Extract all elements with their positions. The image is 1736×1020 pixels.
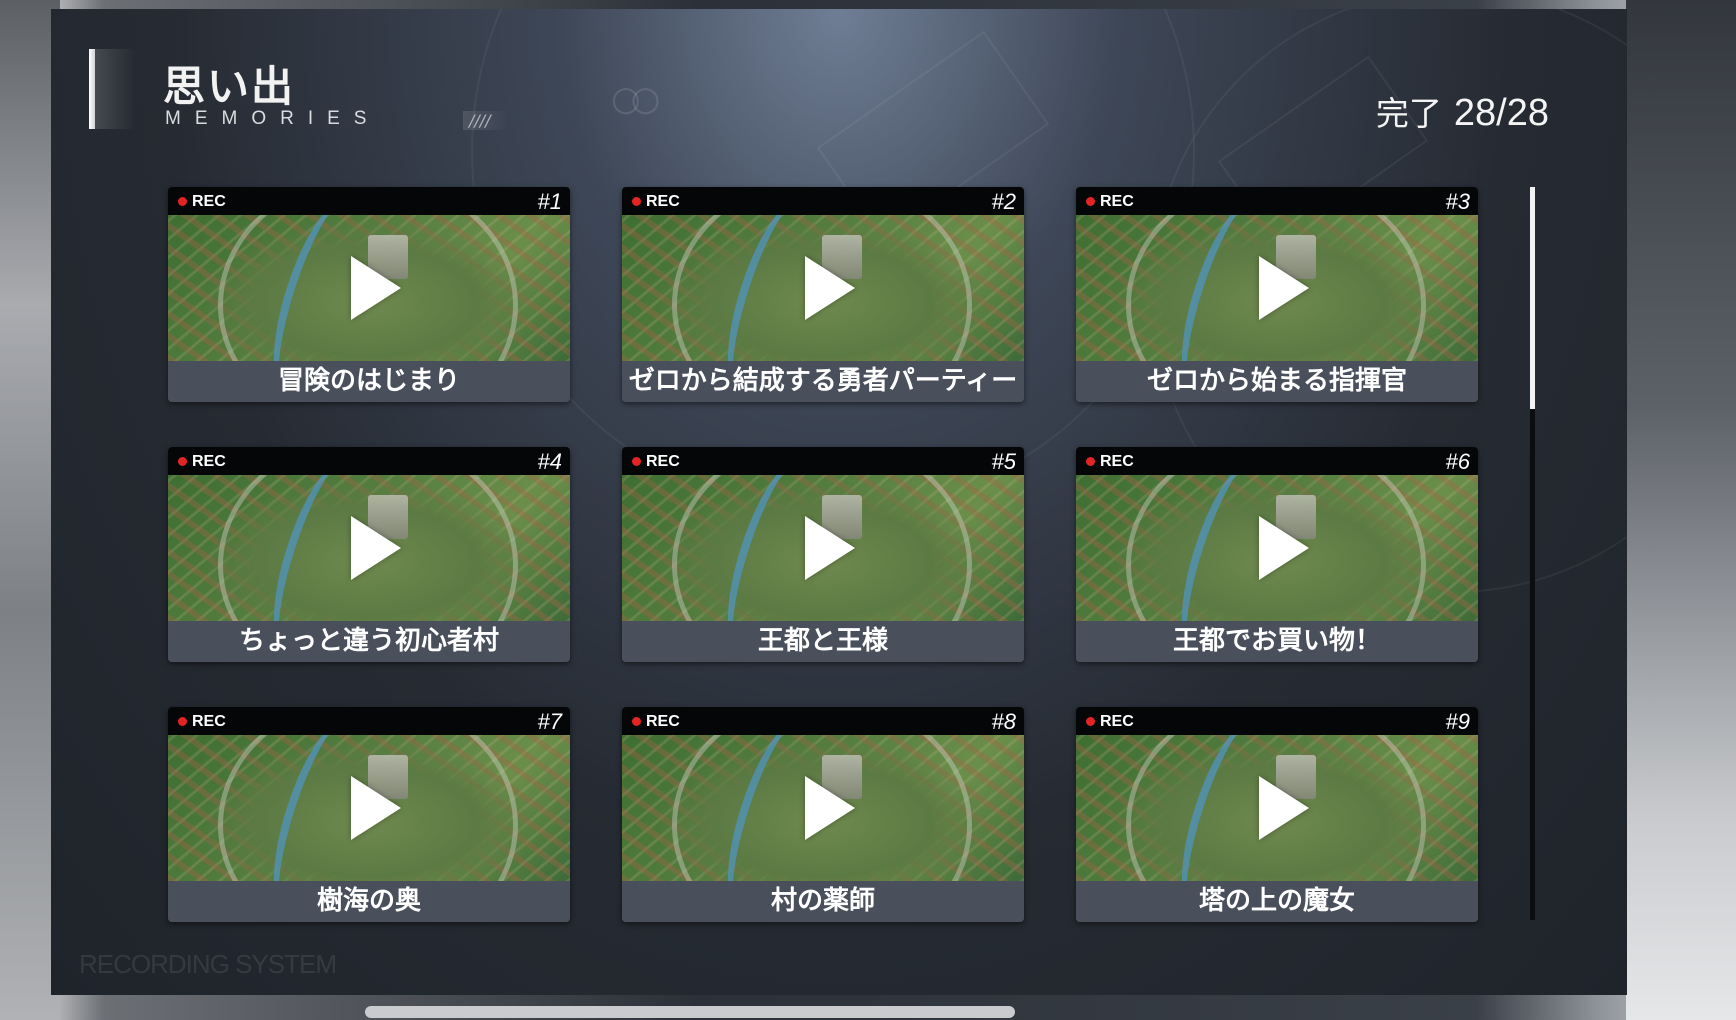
card-header: REC #1 xyxy=(168,187,570,215)
card-thumbnail xyxy=(168,735,570,881)
card-title: 塔の上の魔女 xyxy=(1076,881,1478,922)
play-icon[interactable] xyxy=(805,776,855,840)
play-icon[interactable] xyxy=(805,516,855,580)
card-thumbnail xyxy=(1076,475,1478,621)
card-title: 王都でお買い物！ xyxy=(1076,621,1478,662)
card-number: #8 xyxy=(991,709,1016,734)
rec-label: REC xyxy=(646,453,680,470)
play-icon[interactable] xyxy=(1259,256,1309,320)
card-title: 冒険のはじまり xyxy=(168,361,570,402)
play-icon[interactable] xyxy=(351,776,401,840)
card-header: REC #2 xyxy=(622,187,1024,215)
play-icon[interactable] xyxy=(1259,516,1309,580)
card-title: ちょっと違う初心者村 xyxy=(168,621,570,662)
card-header: REC #8 xyxy=(622,707,1024,735)
card-header: REC #7 xyxy=(168,707,570,735)
card-header: REC #4 xyxy=(168,447,570,475)
play-icon[interactable] xyxy=(351,256,401,320)
memory-card[interactable]: REC #3 ゼロから始まる指揮官 xyxy=(1076,187,1478,402)
rec-dot-icon xyxy=(1086,717,1095,726)
memory-card[interactable]: REC #1 冒険のはじまり xyxy=(168,187,570,402)
memory-card[interactable]: REC #2 ゼロから結成する勇者パーティー xyxy=(622,187,1024,402)
rec-dot-icon xyxy=(178,717,187,726)
recording-system-watermark: RECORDING SYSTEM xyxy=(79,949,337,979)
rec-label: REC xyxy=(1100,713,1134,730)
card-title: 樹海の奥 xyxy=(168,881,570,922)
rec-dot-icon xyxy=(178,457,187,466)
title-slash-decor: //// xyxy=(463,111,509,130)
rec-label: REC xyxy=(192,453,226,470)
card-header: REC #5 xyxy=(622,447,1024,475)
memory-card[interactable]: REC #6 王都でお買い物！ xyxy=(1076,447,1478,662)
rec-dot-icon xyxy=(1086,197,1095,206)
decor-rings-icon: ○○ xyxy=(611,79,660,119)
rec-dot-icon xyxy=(632,717,641,726)
card-thumbnail xyxy=(622,215,1024,361)
play-icon[interactable] xyxy=(351,516,401,580)
memory-card[interactable]: REC #5 王都と王様 xyxy=(622,447,1024,662)
backdrop-right xyxy=(1626,0,1736,1020)
rec-label: REC xyxy=(646,193,680,210)
card-number: #9 xyxy=(1445,709,1470,734)
card-number: #5 xyxy=(991,449,1016,474)
card-title: ゼロから始まる指揮官 xyxy=(1076,361,1478,402)
card-title: ゼロから結成する勇者パーティー xyxy=(622,361,1024,402)
horizontal-scrollbar[interactable] xyxy=(365,1006,1015,1018)
rec-dot-icon xyxy=(178,197,187,206)
memory-card[interactable]: REC #8 村の薬師 xyxy=(622,707,1024,922)
rec-label: REC xyxy=(1100,453,1134,470)
card-header: REC #3 xyxy=(1076,187,1478,215)
scrollbar-thumb[interactable] xyxy=(1530,187,1535,409)
card-title: 王都と王様 xyxy=(622,621,1024,662)
card-header: REC #9 xyxy=(1076,707,1478,735)
completion-counter: 完了 28/28 xyxy=(1376,87,1549,135)
play-icon[interactable] xyxy=(805,256,855,320)
rec-label: REC xyxy=(646,713,680,730)
memory-card[interactable]: REC #7 樹海の奥 xyxy=(168,707,570,922)
page-subtitle: MEMORIES xyxy=(165,108,381,129)
rec-label: REC xyxy=(192,193,226,210)
card-number: #3 xyxy=(1445,189,1470,214)
card-title: 村の薬師 xyxy=(622,881,1024,922)
card-thumbnail xyxy=(1076,215,1478,361)
card-header: REC #6 xyxy=(1076,447,1478,475)
card-number: #6 xyxy=(1445,449,1470,474)
rec-label: REC xyxy=(192,713,226,730)
card-number: #7 xyxy=(537,709,562,734)
card-number: #1 xyxy=(537,189,562,214)
rec-label: REC xyxy=(1100,193,1134,210)
card-thumbnail xyxy=(168,475,570,621)
card-thumbnail xyxy=(622,475,1024,621)
card-number: #4 xyxy=(537,449,562,474)
completion-value: 28/28 xyxy=(1453,92,1549,134)
memories-panel: ○○ 思い出 MEMORIES //// 完了 28/28 REC #1 冒険のは… xyxy=(51,9,1627,995)
rec-dot-icon xyxy=(632,457,641,466)
title-accent-shade xyxy=(95,49,135,129)
card-number: #2 xyxy=(991,189,1016,214)
play-icon[interactable] xyxy=(1259,776,1309,840)
card-thumbnail xyxy=(168,215,570,361)
completion-label: 完了 xyxy=(1375,94,1442,133)
memory-card[interactable]: REC #9 塔の上の魔女 xyxy=(1076,707,1478,922)
rec-dot-icon xyxy=(1086,457,1095,466)
page-title: 思い出 xyxy=(163,62,296,111)
card-thumbnail xyxy=(1076,735,1478,881)
memory-card[interactable]: REC #4 ちょっと違う初心者村 xyxy=(168,447,570,662)
card-thumbnail xyxy=(622,735,1024,881)
rec-dot-icon xyxy=(632,197,641,206)
